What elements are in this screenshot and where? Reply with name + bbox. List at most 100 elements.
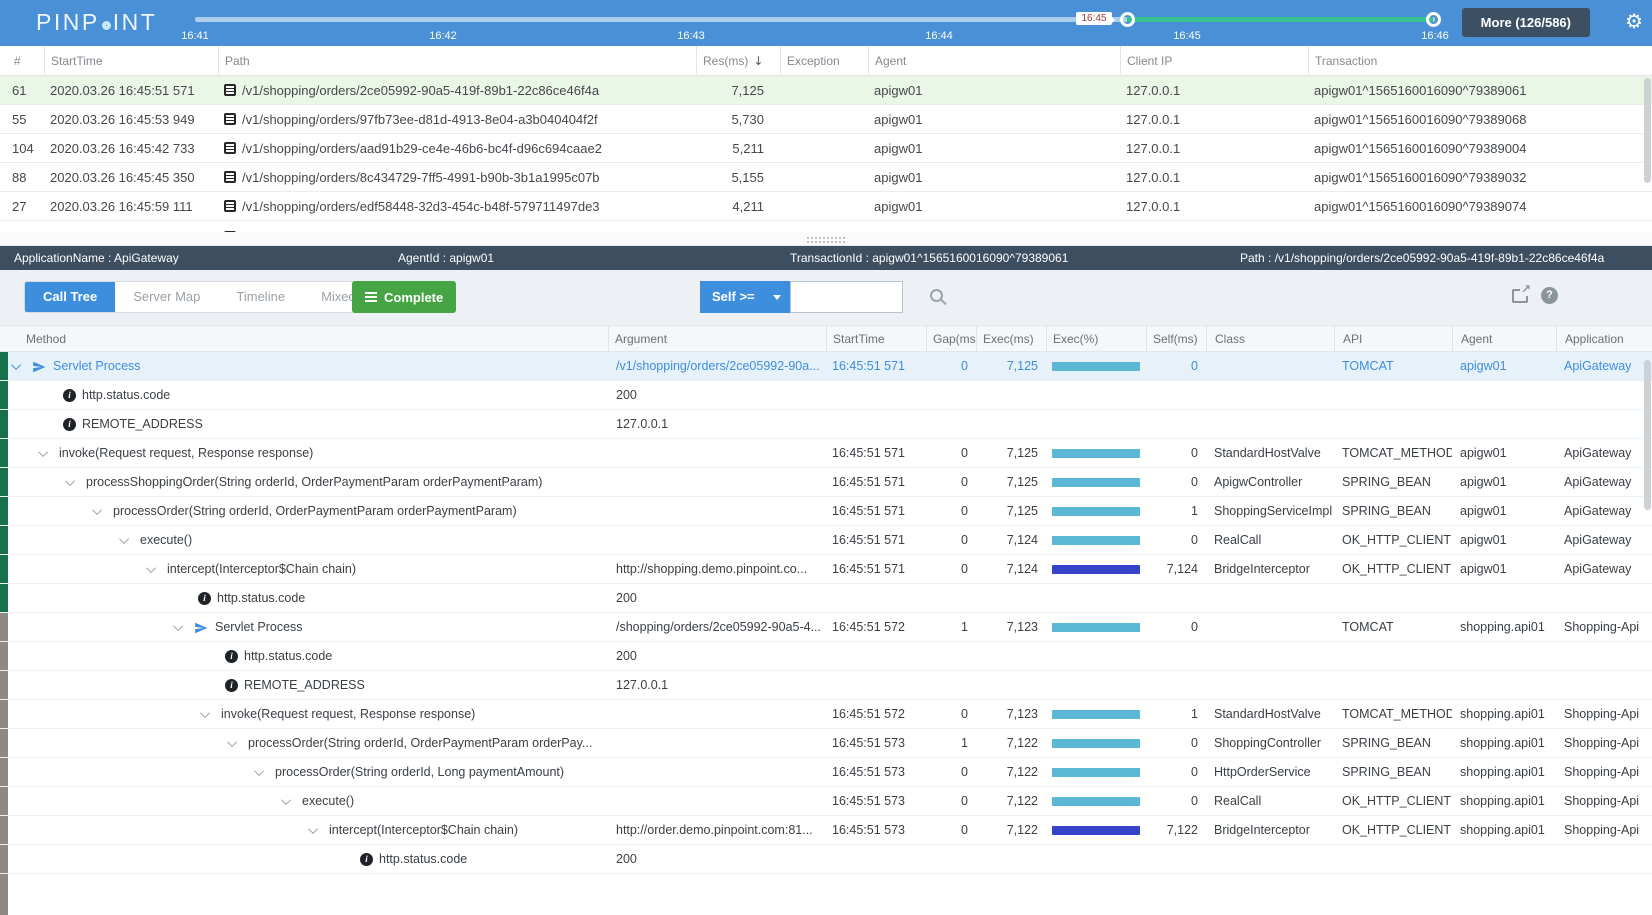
col-header-path[interactable]: Path [218, 46, 696, 76]
col-header-num[interactable]: # [0, 46, 44, 76]
method-cell[interactable]: iREMOTE_ADDRESS [0, 671, 608, 699]
table-row[interactable]: 612020.03.26 16:45:51 571/v1/shopping/or… [0, 76, 1652, 105]
call-tree-row[interactable]: ihttp.status.code200 [0, 845, 1652, 874]
chevron-down-icon[interactable] [227, 737, 237, 747]
chevron-down-icon[interactable] [11, 360, 21, 370]
chevron-down-icon[interactable] [146, 563, 156, 573]
exec-bar [1052, 449, 1140, 458]
col-header-agent[interactable]: Agent [1452, 326, 1556, 351]
call-tree-row[interactable]: execute()16:45:51 57307,1220RealCallOK_H… [0, 787, 1652, 816]
call-tree-row[interactable]: iREMOTE_ADDRESS127.0.0.1 [0, 671, 1652, 700]
col-header-argument[interactable]: Argument [608, 326, 826, 351]
chevron-down-icon[interactable] [200, 708, 210, 718]
chevron-down-icon[interactable] [308, 824, 318, 834]
chevron-down-icon[interactable] [92, 505, 102, 515]
col-header-clientip[interactable]: Client IP [1120, 46, 1308, 76]
table-row[interactable]: 272020.03.26 16:45:59 111/v1/shopping/or… [0, 192, 1652, 221]
txn-path[interactable]: /v1/shopping/orders/edf58448-32d3-454c-b… [218, 192, 696, 220]
vertical-scrollbar-thumb[interactable] [1644, 78, 1651, 183]
txn-path[interactable]: /v1/shopping/orders/2ce05992-90a5-419f-8… [218, 76, 696, 104]
settings-gear-icon[interactable]: ⚙ [1625, 9, 1643, 33]
method-cell[interactable]: ihttp.status.code [0, 845, 608, 873]
call-tree-row[interactable]: Servlet Process/shopping/orders/2ce05992… [0, 613, 1652, 642]
method-cell[interactable]: processShoppingOrder(String orderId, Ord… [0, 468, 608, 497]
method-cell[interactable]: invoke(Request request, Response respons… [0, 439, 608, 468]
method-cell[interactable]: ihttp.status.code [0, 642, 608, 670]
col-header-res[interactable]: Res(ms)↓ [696, 46, 780, 76]
tab-server-map[interactable]: Server Map [115, 282, 218, 312]
vertical-scrollbar-thumb[interactable] [1644, 360, 1651, 510]
call-tree-row[interactable]: intercept(Interceptor$Chain chain)http:/… [0, 816, 1652, 845]
tab-call-tree[interactable]: Call Tree [25, 281, 115, 313]
call-tree-row[interactable]: execute()16:45:51 57107,1240RealCallOK_H… [0, 526, 1652, 555]
chevron-down-icon[interactable] [173, 621, 183, 631]
call-tree-row[interactable]: invoke(Request request, Response respons… [0, 439, 1652, 468]
slider-selected-range[interactable] [1127, 17, 1433, 22]
method-cell[interactable]: Servlet Process [0, 352, 608, 381]
col-header-api[interactable]: API [1334, 326, 1452, 351]
txn-path[interactable]: /v1/shopping/orders/aad91b29-ce4e-46b6-b… [218, 134, 696, 162]
col-header-exec[interactable]: Exec(ms) [976, 326, 1046, 351]
col-header-class[interactable]: Class [1206, 326, 1334, 351]
method-cell[interactable]: Servlet Process [0, 613, 608, 642]
panel-resize-handle[interactable] [0, 232, 1652, 246]
search-icon[interactable] [930, 289, 943, 302]
col-header-transaction[interactable]: Transaction [1308, 46, 1652, 76]
col-header-application[interactable]: Application [1556, 326, 1652, 351]
txn-path[interactable]: /v1/shopping/orders/97fb73ee-d81d-4913-8… [218, 105, 696, 133]
chevron-down-icon[interactable] [65, 476, 75, 486]
col-header-method[interactable]: Method [0, 326, 608, 351]
method-cell[interactable]: processOrder(String orderId, OrderPaymen… [0, 729, 608, 758]
col-header-exec-pct[interactable]: Exec(%) [1046, 326, 1146, 351]
method-cell[interactable]: processOrder(String orderId, Long paymen… [0, 758, 608, 787]
slider-handle-right[interactable] [1426, 12, 1441, 27]
chevron-down-icon[interactable] [281, 795, 291, 805]
time-range-slider[interactable]: 16:45 16:41 16:42 16:43 16:44 16:45 16:4… [195, 0, 1435, 46]
col-header-gap[interactable]: Gap(ms) [926, 326, 976, 351]
call-tree-row[interactable]: iREMOTE_ADDRESS127.0.0.1 [0, 410, 1652, 439]
call-tree-row[interactable]: ihttp.status.code200 [0, 381, 1652, 410]
method-cell[interactable]: intercept(Interceptor$Chain chain) [0, 816, 608, 845]
filter-value-input[interactable] [790, 281, 903, 313]
call-tree-row[interactable]: Servlet Process/v1/shopping/orders/2ce05… [0, 352, 1652, 381]
open-new-window-icon[interactable] [1512, 289, 1528, 303]
starttime-cell [826, 642, 926, 670]
col-header-agent[interactable]: Agent [868, 46, 1120, 76]
tab-timeline[interactable]: Timeline [218, 282, 303, 312]
method-cell[interactable]: ihttp.status.code [0, 381, 608, 409]
col-header-self[interactable]: Self(ms) [1146, 326, 1206, 351]
method-cell[interactable]: iREMOTE_ADDRESS [0, 410, 608, 438]
method-cell[interactable]: intercept(Interceptor$Chain chain) [0, 555, 608, 584]
call-tree-row[interactable]: processOrder(String orderId, Long paymen… [0, 758, 1652, 787]
col-header-starttime[interactable]: StartTime [44, 46, 218, 76]
table-row[interactable]: 1042020.03.26 16:45:42 733/v1/shopping/o… [0, 134, 1652, 163]
more-button[interactable]: More (126/586) [1462, 8, 1590, 37]
table-row[interactable]: 882020.03.26 16:45:45 350/v1/shopping/or… [0, 163, 1652, 192]
call-tree-row[interactable]: intercept(Interceptor$Chain chain)http:/… [0, 555, 1652, 584]
call-tree-row[interactable]: ihttp.status.code200 [0, 584, 1652, 613]
help-icon[interactable]: ? [1541, 287, 1558, 304]
col-header-starttime[interactable]: StartTime [826, 326, 926, 351]
method-cell[interactable]: ihttp.status.code [0, 584, 608, 612]
chevron-down-icon[interactable] [38, 447, 48, 457]
complete-button[interactable]: Complete [352, 281, 456, 313]
chevron-down-icon[interactable] [119, 534, 129, 544]
method-cell[interactable]: processOrder(String orderId, OrderPaymen… [0, 497, 608, 526]
table-row[interactable]: 552020.03.26 16:45:53 949/v1/shopping/or… [0, 105, 1652, 134]
call-tree-row[interactable]: processOrder(String orderId, OrderPaymen… [0, 497, 1652, 526]
call-tree-row[interactable]: ihttp.status.code200 [0, 642, 1652, 671]
chevron-down-icon[interactable] [254, 766, 264, 776]
pinpoint-logo[interactable]: PINPINT [36, 9, 157, 36]
application-cell [1556, 381, 1652, 409]
call-tree-row[interactable]: processOrder(String orderId, OrderPaymen… [0, 729, 1652, 758]
col-header-exception[interactable]: Exception [780, 46, 868, 76]
call-tree-row[interactable]: invoke(Request request, Response respons… [0, 700, 1652, 729]
txn-path[interactable]: /v1/shopping/orders/8c434729-7ff5-4991-b… [218, 163, 696, 191]
method-cell[interactable]: invoke(Request request, Response respons… [0, 700, 608, 729]
method-cell[interactable]: execute() [0, 526, 608, 555]
transaction-row-partial[interactable] [0, 221, 1652, 232]
slider-handle-left[interactable] [1120, 12, 1135, 27]
filter-type-select[interactable]: Self >= [700, 281, 790, 313]
call-tree-row[interactable]: processShoppingOrder(String orderId, Ord… [0, 468, 1652, 497]
method-cell[interactable]: execute() [0, 787, 608, 816]
